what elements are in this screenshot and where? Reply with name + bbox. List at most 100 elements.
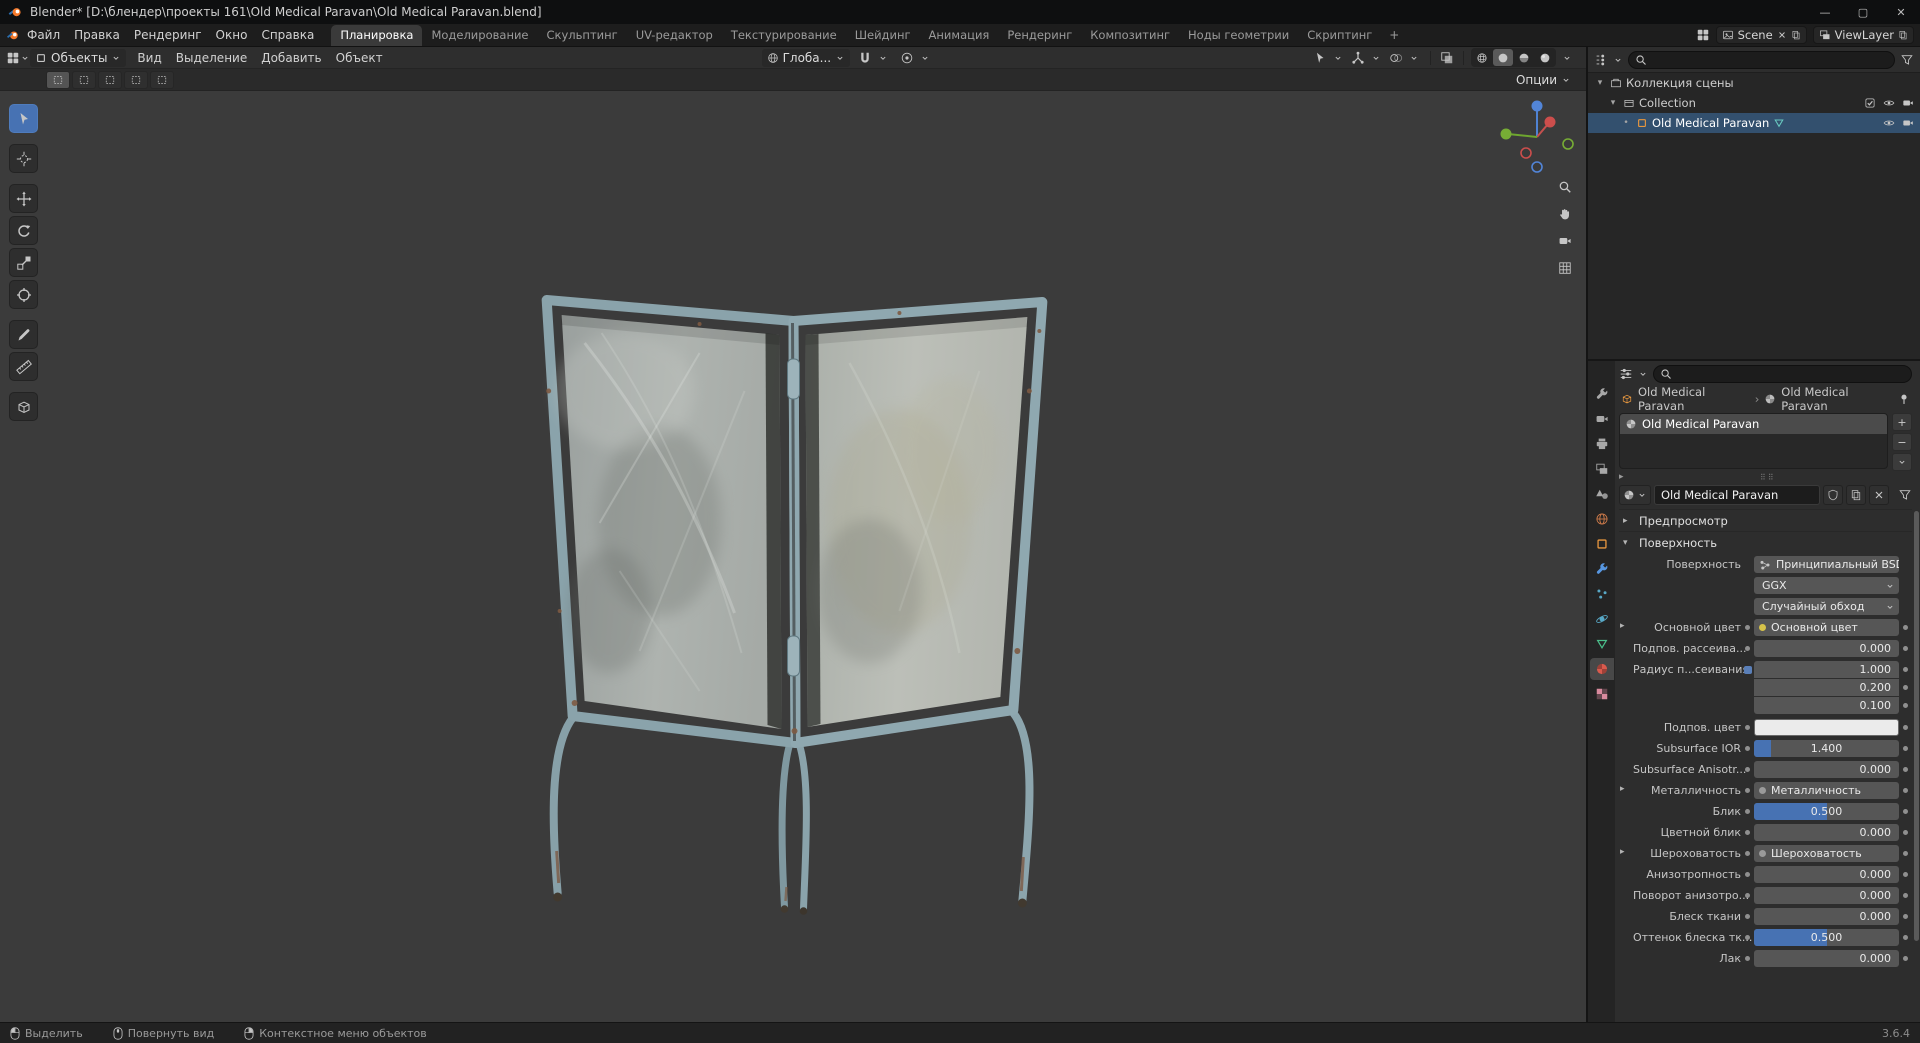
selectability-options-button[interactable] [1329, 49, 1347, 67]
main-menu-item[interactable]: Файл [20, 24, 67, 46]
color-swatch[interactable] [1754, 719, 1899, 736]
decorator-dot[interactable] [1899, 661, 1912, 678]
tool-cursor[interactable] [9, 144, 38, 173]
properties-tab-material[interactable] [1589, 658, 1614, 680]
filter-icon[interactable] [1900, 53, 1914, 67]
snap-toggle-button[interactable] [856, 49, 874, 67]
navigation-gizmo[interactable] [1497, 97, 1577, 177]
vector-field[interactable]: 1.000 [1754, 661, 1899, 678]
decorator-dot[interactable] [1741, 740, 1754, 757]
main-menu-item[interactable]: Окно [209, 24, 255, 46]
shading-material-button[interactable] [1514, 49, 1534, 66]
vector-field[interactable]: 0.100 [1754, 697, 1899, 714]
select-mode-extend[interactable] [72, 70, 96, 89]
decorator-dot[interactable] [1741, 782, 1754, 799]
viewport-canvas[interactable] [0, 91, 1586, 1022]
editor-type-button[interactable] [6, 51, 30, 65]
workspace-tab[interactable]: Планировка [331, 25, 423, 46]
expand-triangle-icon[interactable]: ▸ [1620, 621, 1625, 631]
nav-toggle-ortho-button[interactable] [1553, 256, 1576, 279]
slot-resize-grip[interactable]: ▸ ⠿⠿ [1619, 471, 1912, 483]
breadcrumb-object[interactable]: Old Medical Paravan [1638, 385, 1750, 413]
outliner-search-input[interactable] [1628, 50, 1895, 69]
properties-tab-physics[interactable] [1590, 608, 1614, 630]
main-menu-item[interactable]: Рендеринг [127, 24, 209, 46]
decorator-dot[interactable] [1899, 761, 1912, 778]
tool-rotate[interactable] [9, 216, 38, 245]
decorator-dot[interactable] [1741, 640, 1754, 657]
number-field[interactable]: 0.000 [1754, 887, 1899, 904]
toggle-eye-button[interactable] [1881, 115, 1897, 131]
maximize-button[interactable]: ▢ [1844, 0, 1882, 24]
properties-tab-render[interactable] [1590, 408, 1614, 430]
scene-browse-icon[interactable] [1696, 28, 1710, 42]
decorator-sq[interactable] [1741, 661, 1754, 678]
expand-triangle-icon[interactable]: ▸ [1620, 847, 1625, 857]
outliner-editor-type-icon[interactable] [1594, 53, 1608, 67]
tool-move[interactable] [9, 184, 38, 213]
decorator-dot[interactable] [1741, 619, 1754, 636]
toggle-camera-button[interactable] [1900, 95, 1916, 111]
properties-tab-output[interactable] [1590, 433, 1614, 455]
preview-section-header[interactable]: ▸ Предпросмотр [1619, 509, 1912, 531]
properties-tab-tool[interactable] [1590, 383, 1614, 405]
nav-pan-hand-button[interactable] [1553, 202, 1576, 225]
workspace-tab[interactable]: Ноды геометрии [1179, 25, 1298, 46]
disclosure-triangle-icon[interactable]: ▾ [1607, 98, 1619, 108]
tool-annotate[interactable] [9, 320, 38, 349]
workspace-tab[interactable]: Шейдинг [846, 25, 920, 46]
decorator-dot[interactable] [1899, 782, 1912, 799]
gizmos-options-button[interactable] [1367, 49, 1385, 67]
scene-selector[interactable]: Scene [1715, 26, 1807, 44]
properties-tab-particles[interactable] [1590, 583, 1614, 605]
workspace-tab[interactable]: Рендеринг [998, 25, 1081, 46]
proportional-edit-button[interactable] [898, 49, 916, 67]
shading-wireframe-button[interactable] [1472, 49, 1492, 66]
number-field[interactable]: 0.000 [1754, 640, 1899, 657]
material-slot-row[interactable]: Old Medical Paravan [1620, 414, 1887, 434]
workspace-tab[interactable]: UV-редактор [627, 25, 722, 46]
decorator-dot[interactable] [1899, 740, 1912, 757]
shading-options-button[interactable] [1558, 49, 1576, 67]
add-workspace-button[interactable]: + [1381, 28, 1407, 42]
properties-search-input[interactable] [1653, 365, 1912, 383]
linked-socket-button[interactable]: Основной цвет [1754, 619, 1899, 636]
decorator-dot[interactable] [1899, 719, 1912, 736]
tool-transform[interactable] [9, 280, 38, 309]
viewport-menu-item[interactable]: Вид [130, 47, 168, 69]
decorator-dot[interactable] [1899, 887, 1912, 904]
overlays-toggle-button[interactable] [1387, 49, 1405, 67]
properties-tab-modifiers[interactable] [1590, 558, 1614, 580]
decorator-dot[interactable] [1899, 950, 1912, 967]
nav-camera-view-button[interactable] [1553, 229, 1576, 252]
selectability-button[interactable] [1311, 49, 1329, 67]
nav-zoom-button[interactable] [1553, 175, 1576, 198]
mode-dropdown[interactable]: Объекты [30, 48, 127, 67]
shading-solid-button[interactable] [1493, 49, 1513, 66]
select-mode-invert[interactable] [124, 70, 148, 89]
options-dropdown[interactable]: Опции [1511, 71, 1576, 89]
viewport-menu-item[interactable]: Выделение [169, 47, 254, 69]
material-slot-list[interactable]: Old Medical Paravan [1619, 413, 1888, 469]
main-menu-item[interactable]: Правка [67, 24, 127, 46]
surface-section-header[interactable]: ▾ Поверхность [1619, 531, 1912, 553]
select-mode-subtract[interactable] [98, 70, 122, 89]
minimize-button[interactable]: — [1806, 0, 1844, 24]
tool-select-box[interactable] [9, 104, 38, 133]
decorator-dot[interactable] [1899, 803, 1912, 820]
slider-field[interactable]: 0.500 [1754, 803, 1899, 820]
workspace-tab[interactable]: Скриптинг [1298, 25, 1381, 46]
toggle-eye-button[interactable] [1881, 95, 1897, 111]
properties-tab-object-data[interactable] [1590, 633, 1614, 655]
viewport-menu-item[interactable]: Объект [329, 47, 390, 69]
viewlayer-selector[interactable]: ViewLayer [1812, 26, 1914, 44]
properties-tab-view-layer[interactable] [1590, 458, 1614, 480]
decorator-dot[interactable] [1899, 640, 1912, 657]
properties-tab-world[interactable] [1590, 508, 1614, 530]
close-button[interactable]: ✕ [1882, 0, 1920, 24]
decorator-dot[interactable] [1741, 845, 1754, 862]
add-slot-button[interactable]: + [1892, 413, 1912, 431]
decorator-dot[interactable] [1899, 697, 1912, 714]
pin-icon[interactable] [1898, 393, 1910, 405]
workspace-tab[interactable]: Анимация [920, 25, 999, 46]
